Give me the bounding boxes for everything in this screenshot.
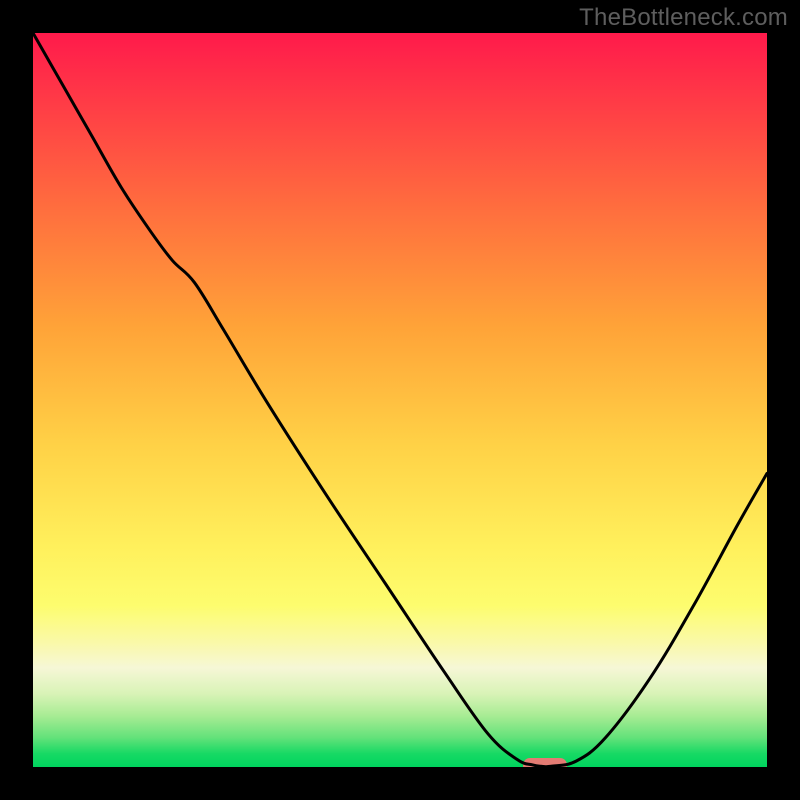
watermark-text: TheBottleneck.com (579, 4, 788, 32)
gradient-background (33, 33, 767, 767)
plot-area (33, 33, 767, 767)
optimal-marker (523, 758, 567, 767)
chart-frame: TheBottleneck.com (0, 0, 800, 800)
